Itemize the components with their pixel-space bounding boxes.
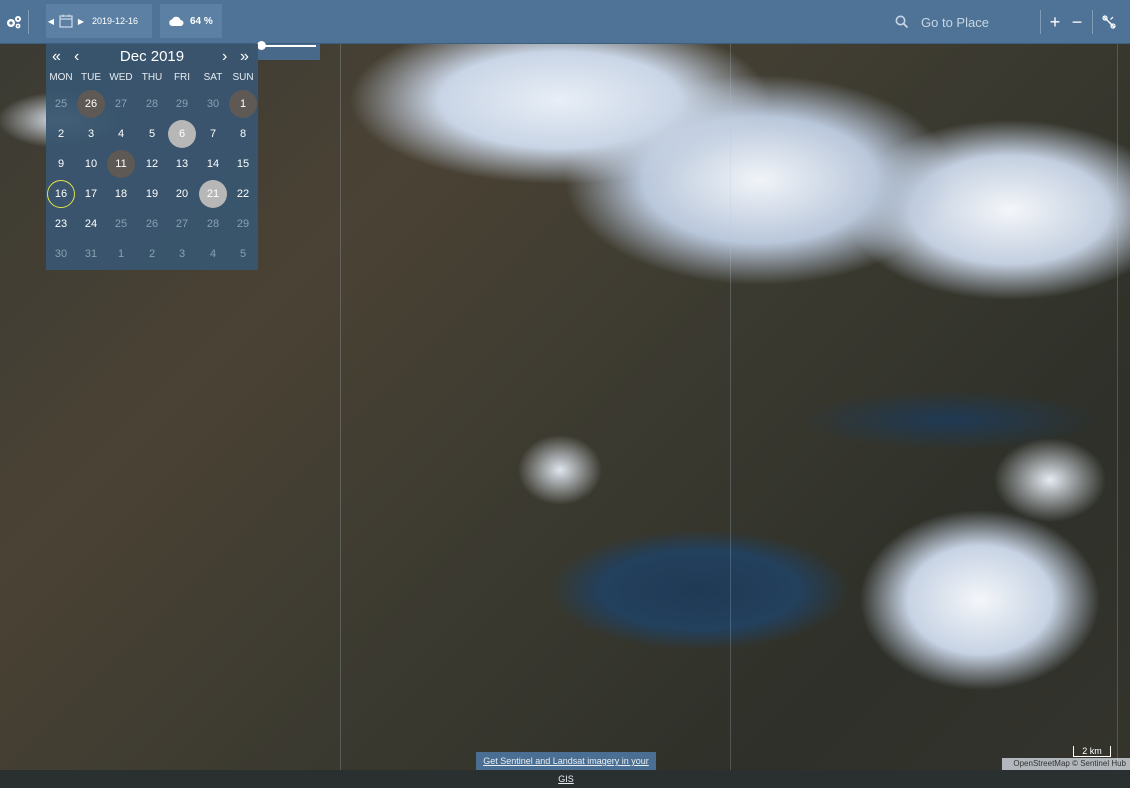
calendar-day-disabled: 4 <box>209 248 217 260</box>
calendar-month-title: Dec 2019 <box>119 48 185 65</box>
calendar-day-disabled: 31 <box>84 248 98 260</box>
calendar-day-disabled: 27 <box>175 218 189 230</box>
calendar-day[interactable]: 27 <box>106 89 136 119</box>
cloud-coverage-filter[interactable]: 64 % <box>160 4 222 38</box>
weekday-label: MON <box>49 72 73 83</box>
calendar-popup: « ‹ Dec 2019 › » MON TUE WED THU FRI SAT… <box>46 44 258 270</box>
next-month-button[interactable]: › <box>222 48 227 66</box>
divider <box>1040 10 1041 34</box>
opacity-slider-fill <box>262 45 316 47</box>
calendar-day-disabled: 2 <box>148 248 156 260</box>
calendar-day-available[interactable]: 26 <box>76 89 106 119</box>
selected-date[interactable]: 2019-12-16 <box>92 16 138 26</box>
calendar-day[interactable]: 5 <box>137 119 167 149</box>
cloud-icon <box>169 16 184 26</box>
weekday-label: WED <box>109 72 133 83</box>
map-attribution[interactable]: OpenStreetMap © Sentinel Hub <box>1002 758 1130 770</box>
calendar-day[interactable]: 29 <box>167 89 197 119</box>
go-to-place-search[interactable]: Go to Place <box>895 0 1035 44</box>
date-picker[interactable]: ◀ ▶ 2019-12-16 <box>46 4 152 38</box>
measure-icon <box>1102 15 1116 29</box>
next-date-button[interactable]: ▶ <box>76 17 86 26</box>
zoom-in-button[interactable]: + <box>1044 8 1066 36</box>
calendar-day[interactable]: 22 <box>228 179 258 209</box>
opacity-slider-handle[interactable] <box>257 41 266 50</box>
measure-button[interactable] <box>1098 0 1120 44</box>
calendar-day[interactable]: 28 <box>137 89 167 119</box>
calendar-day-disabled: 28 <box>206 218 220 230</box>
next-year-button[interactable]: » <box>240 48 249 66</box>
calendar-day[interactable]: 9 <box>46 149 76 179</box>
calendar-day[interactable]: 2 <box>46 119 76 149</box>
calendar-day[interactable]: 25 <box>46 89 76 119</box>
calendar-day-disabled: 30 <box>54 248 68 260</box>
weekday-label: THU <box>141 72 163 83</box>
previous-year-button[interactable]: « <box>52 48 61 66</box>
calendar-day[interactable]: 23 <box>46 209 76 239</box>
previous-date-button[interactable]: ◀ <box>46 17 56 26</box>
calendar-day[interactable]: 12 <box>137 149 167 179</box>
calendar-day-available[interactable]: 6 <box>167 119 197 149</box>
calendar-day[interactable]: 13 <box>167 149 197 179</box>
calendar-day[interactable]: 4 <box>106 119 136 149</box>
tile-seam <box>340 44 341 770</box>
calendar-day-available[interactable]: 1 <box>228 89 258 119</box>
calendar-day[interactable]: 24 <box>76 209 106 239</box>
weekday-label: TUE <box>81 72 101 83</box>
calendar-day[interactable]: 19 <box>137 179 167 209</box>
calendar-day[interactable]: 30 <box>198 89 228 119</box>
calendar-day[interactable]: 15 <box>228 149 258 179</box>
calendar-day-disabled: 3 <box>178 248 186 260</box>
calendar-day-disabled: 1 <box>117 248 125 260</box>
zoom-out-button[interactable]: − <box>1066 8 1088 36</box>
calendar-header: « ‹ Dec 2019 › » <box>46 44 258 70</box>
cloud-coverage-value: 64 % <box>190 15 213 27</box>
map-scale-bar: 2 km <box>1073 746 1111 757</box>
calendar-day-disabled: 25 <box>114 218 128 230</box>
weekday-label: SUN <box>232 72 254 83</box>
weekday-label: SAT <box>203 72 223 83</box>
calendar-day-disabled: 29 <box>236 218 250 230</box>
calendar-day[interactable]: 17 <box>76 179 106 209</box>
calendar-day[interactable]: 20 <box>167 179 197 209</box>
calendar-day[interactable]: 7 <box>198 119 228 149</box>
calendar-day-available[interactable]: 11 <box>106 149 136 179</box>
top-toolbar: ◀ ▶ 2019-12-16 64 % Go to Place + − <box>0 0 1130 44</box>
calendar-day-available[interactable]: 21 <box>198 179 228 209</box>
calendar-day[interactable]: 3 <box>76 119 106 149</box>
calendar-day[interactable]: 14 <box>198 149 228 179</box>
divider <box>28 10 29 34</box>
settings-gears-icon <box>7 16 21 29</box>
weekday-label: FRI <box>173 72 191 83</box>
gis-imagery-link[interactable]: Get Sentinel and Landsat imagery in your… <box>476 752 656 784</box>
calendar-icon[interactable] <box>59 14 73 28</box>
settings-button[interactable] <box>0 0 28 44</box>
search-icon <box>895 15 909 29</box>
previous-month-button[interactable]: ‹ <box>74 48 79 66</box>
divider <box>1092 10 1093 34</box>
search-placeholder[interactable]: Go to Place <box>921 15 989 30</box>
tile-seam <box>1117 44 1118 770</box>
calendar-day[interactable]: 10 <box>76 149 106 179</box>
tile-seam <box>730 44 731 770</box>
calendar-day[interactable]: 18 <box>106 179 136 209</box>
calendar-day[interactable]: 8 <box>228 119 258 149</box>
calendar-day-disabled: 26 <box>145 218 159 230</box>
calendar-day-selected[interactable]: 16 <box>46 179 76 209</box>
calendar-day-disabled: 5 <box>239 248 247 260</box>
